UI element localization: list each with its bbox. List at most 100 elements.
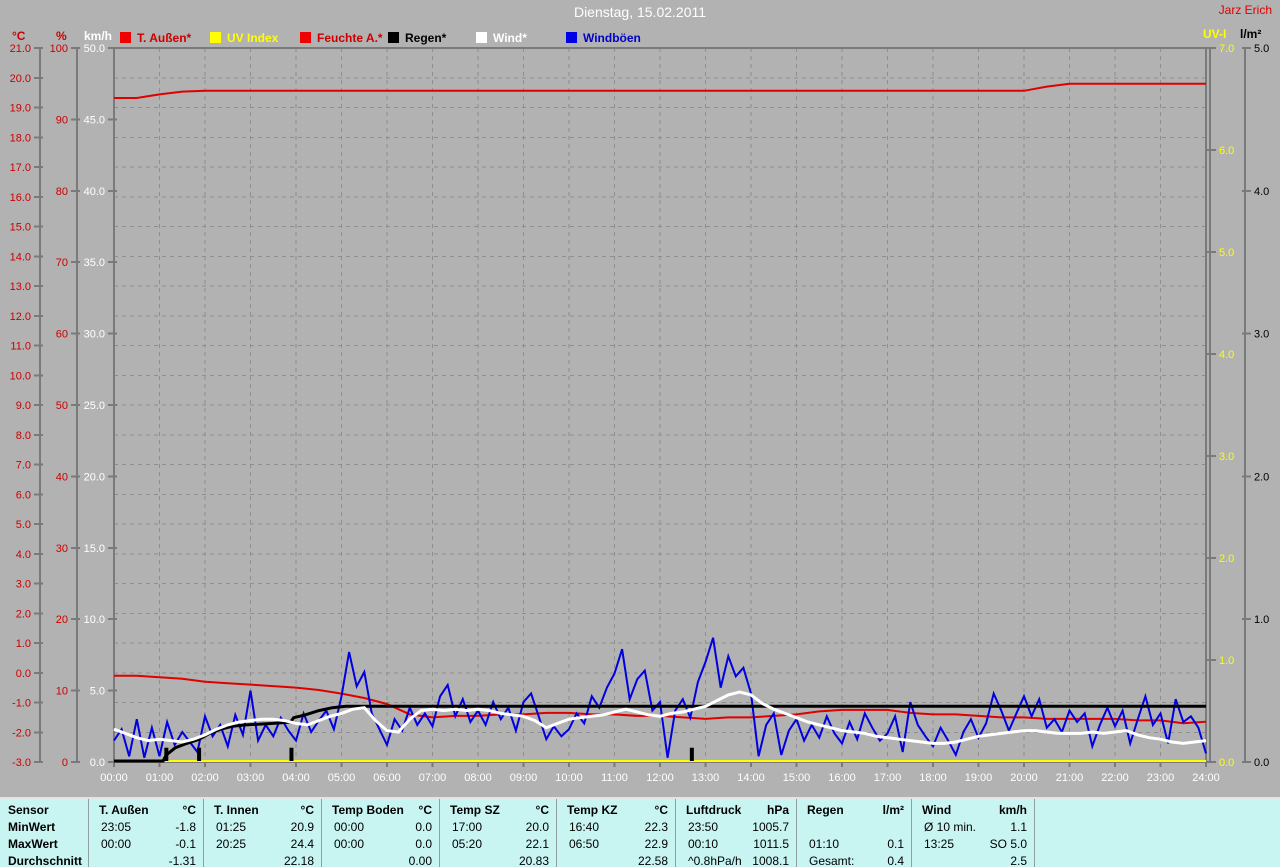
svg-text:02:00: 02:00 xyxy=(191,772,219,784)
svg-text:0.0: 0.0 xyxy=(1219,757,1234,769)
svg-text:10.0: 10.0 xyxy=(10,370,31,382)
table-header: Temp SZ °C xyxy=(450,803,549,817)
table-cell: 01:10 0.1 xyxy=(809,837,904,851)
svg-text:3.0: 3.0 xyxy=(1219,451,1234,463)
svg-text:10.0: 10.0 xyxy=(84,614,105,626)
svg-text:15.0: 15.0 xyxy=(10,222,31,234)
table-cell: 22.58 xyxy=(637,854,668,867)
table-row-label: Durchschnitt xyxy=(8,854,83,867)
svg-text:60: 60 xyxy=(56,329,68,341)
svg-text:50.0: 50.0 xyxy=(84,43,105,55)
table-column-t-au-en: T. Außen °C 23:05 -1.8 00:00 -0.1 -1.31 xyxy=(89,799,204,867)
table-cell: 05:20 22.1 xyxy=(452,837,549,851)
svg-text:90: 90 xyxy=(56,114,68,126)
svg-text:0.0: 0.0 xyxy=(16,668,31,680)
svg-text:0.0: 0.0 xyxy=(1254,757,1269,769)
svg-text:5.0: 5.0 xyxy=(16,519,31,531)
table-column-temp-boden: Temp Boden °C 00:00 0.0 00:00 0.0 0.00 xyxy=(322,799,440,867)
table-column-temp-sz: Temp SZ °C 17:00 20.0 05:20 22.1 20.83 xyxy=(440,799,557,867)
svg-text:-1.0: -1.0 xyxy=(12,698,31,710)
svg-text:80: 80 xyxy=(56,186,68,198)
svg-text:05:00: 05:00 xyxy=(328,772,356,784)
table-header: Temp KZ °C xyxy=(567,803,668,817)
svg-text:25.0: 25.0 xyxy=(84,400,105,412)
svg-text:15:00: 15:00 xyxy=(783,772,811,784)
y-axis-percent: 1009080706050403020100 xyxy=(50,43,80,769)
svg-text:21.0: 21.0 xyxy=(10,43,31,55)
svg-text:11:00: 11:00 xyxy=(601,772,628,784)
svg-text:20:00: 20:00 xyxy=(1010,772,1038,784)
table-cell: ^0.8hPa/h 1008.1 xyxy=(688,854,789,867)
svg-text:0: 0 xyxy=(62,757,68,769)
svg-text:14.0: 14.0 xyxy=(10,251,31,263)
table-cell: 00:00 0.0 xyxy=(334,837,432,851)
svg-text:07:00: 07:00 xyxy=(419,772,447,784)
svg-text:2.0: 2.0 xyxy=(16,608,31,620)
table-cell: 16:40 22.3 xyxy=(569,820,668,834)
svg-text:00:00: 00:00 xyxy=(100,772,128,784)
svg-text:10:00: 10:00 xyxy=(555,772,583,784)
svg-text:3.0: 3.0 xyxy=(1254,329,1269,341)
svg-text:35.0: 35.0 xyxy=(84,257,105,269)
svg-text:03:00: 03:00 xyxy=(237,772,265,784)
svg-text:8.0: 8.0 xyxy=(16,430,31,442)
table-cell: 20:25 24.4 xyxy=(216,837,314,851)
svg-text:17:00: 17:00 xyxy=(874,772,902,784)
svg-text:20.0: 20.0 xyxy=(84,471,105,483)
table-cell: Ø 10 min. 1.1 xyxy=(924,820,1027,834)
y-axis-temp: 21.0 20.0 19.0 18.0 17.0 16.0 15.0 14.0 13.0 12.0… xyxy=(10,43,43,769)
svg-text:7.0: 7.0 xyxy=(16,460,31,472)
chart-plot[interactable]: 21.0 20.0 19.0 18.0 17.0 16.0 15.0 14.0 13.0 12.0… xyxy=(0,0,1280,800)
table-row-labels: Sensor MinWert MaxWert Durchschnitt xyxy=(0,799,89,867)
svg-text:08:00: 08:00 xyxy=(464,772,492,784)
svg-text:24:00: 24:00 xyxy=(1192,772,1220,784)
svg-text:7.0: 7.0 xyxy=(1219,43,1234,55)
stats-table: Sensor MinWert MaxWert Durchschnitt T. Außen… xyxy=(0,797,1280,867)
rain-bars xyxy=(164,747,694,761)
svg-text:30: 30 xyxy=(56,543,68,555)
table-cell xyxy=(797,819,911,836)
svg-text:23:00: 23:00 xyxy=(1147,772,1175,784)
svg-text:2.0: 2.0 xyxy=(1254,471,1269,483)
svg-text:14:00: 14:00 xyxy=(737,772,765,784)
table-cell: -1.31 xyxy=(168,854,196,867)
svg-text:18.0: 18.0 xyxy=(10,132,31,144)
svg-text:-3.0: -3.0 xyxy=(12,757,31,769)
svg-text:50: 50 xyxy=(56,400,68,412)
svg-text:3.0: 3.0 xyxy=(16,579,31,591)
svg-text:11.0: 11.0 xyxy=(10,341,31,353)
svg-text:04:00: 04:00 xyxy=(282,772,310,784)
table-column-wind: Wind km/h Ø 10 min. 1.1 13:25 SO 5.0 2.5 xyxy=(912,799,1035,867)
table-cell: 00:00 -0.1 xyxy=(101,837,196,851)
table-header: T. Innen °C xyxy=(214,803,314,817)
table-cell: Gesamt: 0.4 xyxy=(809,854,904,867)
svg-text:-2.0: -2.0 xyxy=(12,727,31,739)
table-row-label: MinWert xyxy=(8,820,56,834)
table-header: T. Außen °C xyxy=(99,803,196,817)
svg-text:15.0: 15.0 xyxy=(84,543,105,555)
table-column-temp-kz: Temp KZ °C 16:40 22.3 06:50 22.9 22.58 xyxy=(557,799,676,867)
svg-text:4.0: 4.0 xyxy=(16,549,31,561)
svg-text:5.0: 5.0 xyxy=(1219,247,1234,259)
svg-text:30.0: 30.0 xyxy=(84,329,105,341)
table-cell: 17:00 20.0 xyxy=(452,820,549,834)
table-cell: 00:10 1011.5 xyxy=(688,837,789,851)
table-cell: 01:25 20.9 xyxy=(216,820,314,834)
table-column-t-innen: T. Innen °C 01:25 20.9 20:25 24.4 22.18 xyxy=(204,799,322,867)
svg-text:1.0: 1.0 xyxy=(1219,655,1234,667)
table-cell: 23:05 -1.8 xyxy=(101,820,196,834)
svg-text:40: 40 xyxy=(56,471,68,483)
svg-text:6.0: 6.0 xyxy=(16,489,31,501)
svg-text:1.0: 1.0 xyxy=(1254,614,1269,626)
table-cell: 22.18 xyxy=(283,854,314,867)
svg-text:70: 70 xyxy=(56,257,68,269)
table-cell: 2.5 xyxy=(1010,854,1027,867)
y-axis-lm2: 5.0 4.0 3.0 2.0 1.0 0.0 xyxy=(1242,43,1269,769)
gridlines xyxy=(114,48,1206,762)
svg-text:16.0: 16.0 xyxy=(10,192,31,204)
table-cell: 0.00 xyxy=(408,854,432,867)
svg-text:40.0: 40.0 xyxy=(84,186,105,198)
svg-text:20: 20 xyxy=(56,614,68,626)
chart-canvas: 21.0 20.0 19.0 18.0 17.0 16.0 15.0 14.0 13.0 12.0… xyxy=(10,43,1270,784)
svg-text:4.0: 4.0 xyxy=(1219,349,1234,361)
